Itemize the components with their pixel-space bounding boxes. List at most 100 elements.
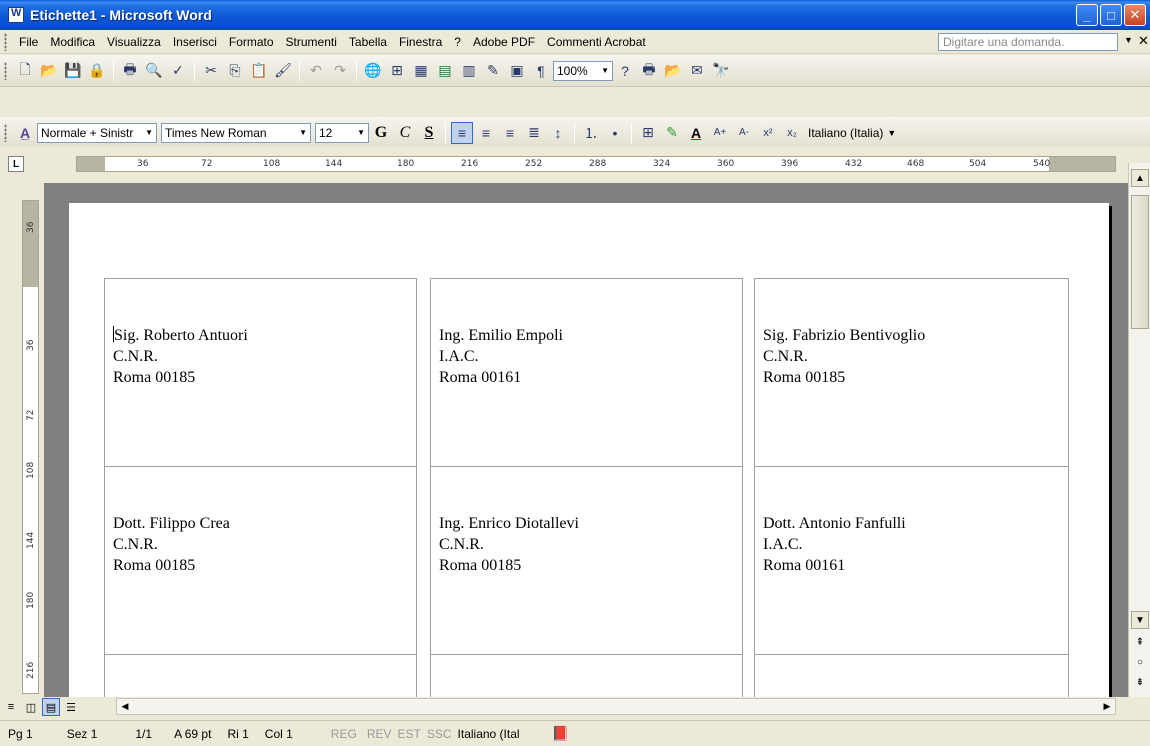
scroll-right-button[interactable]: ▶	[1099, 699, 1115, 714]
tab-selector[interactable]: L	[8, 156, 24, 172]
show-hide-icon[interactable]: ¶	[530, 60, 552, 82]
numbering-icon[interactable]: ⒈	[580, 122, 602, 144]
toolbar-grip[interactable]	[4, 123, 7, 142]
menu-help[interactable]: ?	[448, 33, 467, 51]
outline-view-icon[interactable]: ☰	[62, 698, 80, 716]
language-dropdown-icon[interactable]: ▼	[887, 128, 896, 138]
shrink-font-icon[interactable]: A-	[733, 122, 755, 144]
align-center-icon[interactable]: ≡	[475, 122, 497, 144]
status-ext[interactable]: EST	[394, 727, 425, 741]
menu-finestra[interactable]: Finestra	[393, 33, 448, 51]
status-trk[interactable]: REV	[365, 727, 394, 741]
subscript-icon[interactable]: x₂	[781, 122, 803, 144]
normal-view-icon[interactable]: ≡	[2, 698, 20, 716]
close-button[interactable]: ✕	[1124, 4, 1146, 26]
print-icon[interactable]: 🖶	[119, 60, 141, 82]
paste-icon[interactable]: 📋	[248, 60, 270, 82]
bold-button[interactable]: G	[370, 122, 392, 144]
insert-excel-icon[interactable]: ▤	[434, 60, 456, 82]
label-cell[interactable]	[754, 654, 1069, 697]
find-icon[interactable]: 🔭	[710, 60, 732, 82]
highlight-icon[interactable]: ✎	[661, 122, 683, 144]
menu-formato[interactable]: Formato	[223, 33, 280, 51]
tables-borders-icon[interactable]: ⊞	[386, 60, 408, 82]
save-icon[interactable]: 💾	[62, 60, 84, 82]
open-folder-icon[interactable]: 📂	[38, 60, 60, 82]
help-dropdown-icon[interactable]: ▼	[1124, 35, 1133, 45]
label-cell[interactable]	[430, 654, 743, 697]
document-area[interactable]: Sig. Roberto Antuori C.N.R. Roma 00185 I…	[44, 183, 1128, 697]
spelling-icon[interactable]: ✓	[167, 60, 189, 82]
drawing-icon[interactable]: ✎	[482, 60, 504, 82]
menu-tabella[interactable]: Tabella	[343, 33, 393, 51]
zoom-select[interactable]: 100% ▼	[553, 60, 613, 81]
new-document-icon[interactable]: 🗋	[14, 60, 36, 82]
menu-adobe-pdf[interactable]: Adobe PDF	[467, 33, 541, 51]
scroll-up-button[interactable]: ▲	[1131, 169, 1149, 187]
label-cell[interactable]: Dott. Antonio Fanfulli I.A.C. Roma 00161	[754, 466, 1069, 655]
label-cell[interactable]	[104, 654, 417, 697]
label-cell[interactable]: Dott. Filippo Crea C.N.R. Roma 00185	[104, 466, 417, 655]
grow-font-icon[interactable]: A+	[709, 122, 731, 144]
status-rec[interactable]: REG	[323, 727, 365, 741]
font-size-select[interactable]: 12 ▼	[315, 122, 369, 143]
help-icon[interactable]: ?	[614, 60, 636, 82]
italic-button[interactable]: C	[394, 122, 416, 144]
previous-page-icon[interactable]: ⇞	[1131, 633, 1149, 651]
help-question-input[interactable]: Digitare una domanda.	[938, 33, 1118, 51]
vertical-scrollbar[interactable]: ▲ ▼ ⇞ ○ ⇟	[1128, 163, 1150, 697]
label-cell[interactable]: Ing. Emilio Empoli I.A.C. Roma 00161	[430, 278, 743, 467]
document-close-icon[interactable]: ✕	[1138, 33, 1149, 49]
horizontal-scrollbar[interactable]: ◀ ▶	[116, 698, 1116, 715]
print-preview-icon[interactable]: 🔍	[143, 60, 165, 82]
print-layout-icon[interactable]: ▤	[42, 698, 60, 716]
columns-icon[interactable]: ▥	[458, 60, 480, 82]
menu-grip[interactable]	[4, 32, 7, 51]
next-page-icon[interactable]: ⇟	[1131, 673, 1149, 691]
bullets-icon[interactable]: •	[604, 122, 626, 144]
border-icon[interactable]: ⊞	[637, 122, 659, 144]
vertical-ruler[interactable]: 36 36 72 108 144 180 216	[22, 200, 39, 694]
toolbar-grip[interactable]	[4, 61, 7, 80]
styles-formatting-icon[interactable]: A̲	[14, 122, 36, 144]
email-icon[interactable]: ✉	[686, 60, 708, 82]
font-select[interactable]: Times New Roman ▼	[161, 122, 311, 143]
print-icon-2[interactable]: 🖶	[638, 60, 660, 82]
language-label[interactable]: Italiano (Italia)	[804, 126, 887, 140]
redo-icon[interactable]: ↷	[329, 60, 351, 82]
copy-icon[interactable]: ⎘	[224, 60, 246, 82]
justify-icon[interactable]: ≣	[523, 122, 545, 144]
hyperlink-icon[interactable]: 🌐	[362, 60, 384, 82]
permission-icon[interactable]: 🔒	[86, 60, 108, 82]
undo-icon[interactable]: ↶	[305, 60, 327, 82]
scrollbar-thumb[interactable]	[1131, 195, 1149, 329]
scroll-down-button[interactable]: ▼	[1131, 611, 1149, 629]
open-icon-2[interactable]: 📂	[662, 60, 684, 82]
browse-object-icon[interactable]: ○	[1131, 653, 1149, 671]
cut-icon[interactable]: ✂	[200, 60, 222, 82]
status-ovr[interactable]: SSC	[425, 727, 454, 741]
line-spacing-icon[interactable]: ↕	[547, 122, 569, 144]
align-right-icon[interactable]: ≡	[499, 122, 521, 144]
format-painter-icon[interactable]: 🖌	[272, 60, 294, 82]
menu-file[interactable]: File	[13, 33, 44, 51]
label-cell[interactable]: Sig. Fabrizio Bentivoglio C.N.R. Roma 00…	[754, 278, 1069, 467]
menu-visualizza[interactable]: Visualizza	[101, 33, 167, 51]
word-app-icon[interactable]	[8, 7, 24, 23]
document-page[interactable]: Sig. Roberto Antuori C.N.R. Roma 00185 I…	[69, 203, 1109, 697]
scroll-left-button[interactable]: ◀	[117, 699, 133, 714]
superscript-icon[interactable]: x²	[757, 122, 779, 144]
web-layout-icon[interactable]: ◫	[22, 698, 40, 716]
maximize-button[interactable]: □	[1100, 4, 1122, 26]
spelling-status-icon[interactable]: 📕	[544, 725, 577, 742]
menu-modifica[interactable]: Modifica	[44, 33, 101, 51]
horizontal-ruler[interactable]: 36 72 108 144 180 216 252 288 324 360 39…	[76, 156, 1116, 172]
label-cell[interactable]: Sig. Roberto Antuori C.N.R. Roma 00185	[104, 278, 417, 467]
menu-inserisci[interactable]: Inserisci	[167, 33, 223, 51]
document-map-icon[interactable]: ▣	[506, 60, 528, 82]
label-cell[interactable]: Ing. Enrico Diotallevi C.N.R. Roma 00185	[430, 466, 743, 655]
font-color-icon[interactable]: A	[685, 122, 707, 144]
insert-table-icon[interactable]: ▦	[410, 60, 432, 82]
menu-commenti-acrobat[interactable]: Commenti Acrobat	[541, 33, 652, 51]
style-select[interactable]: Normale + Sinistr ▼	[37, 122, 157, 143]
